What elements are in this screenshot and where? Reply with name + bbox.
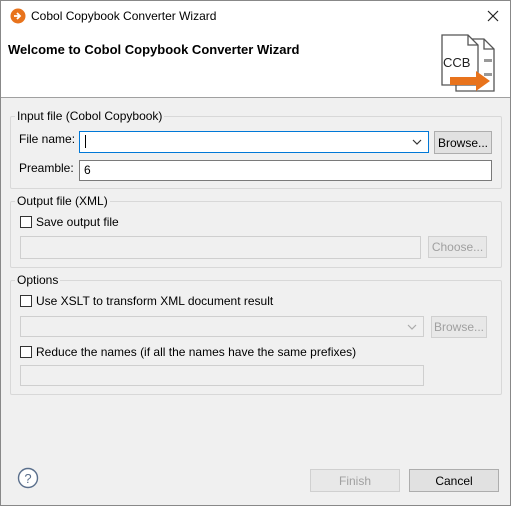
chevron-down-icon[interactable] <box>412 136 422 148</box>
help-icon[interactable]: ? <box>17 467 39 489</box>
save-output-label: Save output file <box>36 215 119 229</box>
file-name-label: File name: <box>19 132 76 146</box>
preamble-label: Preamble: <box>19 161 74 175</box>
finish-button[interactable]: Finish <box>310 469 400 492</box>
input-browse-button[interactable]: Browse... <box>434 131 492 154</box>
cancel-button[interactable]: Cancel <box>409 469 499 492</box>
reduce-names-label: Reduce the names (if all the names have … <box>36 345 357 359</box>
reduce-names-input[interactable] <box>20 365 424 386</box>
output-file-legend: Output file (XML) <box>17 194 108 208</box>
title-bar: Cobol Copybook Converter Wizard <box>1 1 510 31</box>
wizard-header: Welcome to Cobol Copybook Converter Wiza… <box>1 31 510 98</box>
xslt-combo[interactable] <box>20 316 424 337</box>
save-output-checkbox[interactable] <box>20 216 32 228</box>
output-path-input[interactable] <box>20 236 421 259</box>
chevron-down-icon[interactable] <box>407 321 417 333</box>
input-file-legend: Input file (Cobol Copybook) <box>17 109 163 123</box>
copybook-converter-logo: CCB <box>441 34 495 92</box>
logo-text: CCB <box>443 55 470 70</box>
choose-button[interactable]: Choose... <box>428 236 487 258</box>
close-button[interactable] <box>482 5 504 27</box>
page-title: Welcome to Cobol Copybook Converter Wiza… <box>8 42 300 57</box>
text-caret <box>85 135 86 148</box>
options-legend: Options <box>17 273 59 287</box>
use-xslt-label: Use XSLT to transform XML document resul… <box>36 294 274 308</box>
file-name-combo[interactable] <box>79 131 429 153</box>
svg-text:?: ? <box>24 471 31 486</box>
preamble-input[interactable]: 6 <box>79 160 492 181</box>
app-icon <box>10 8 26 24</box>
use-xslt-checkbox[interactable] <box>20 295 32 307</box>
reduce-names-checkbox[interactable] <box>20 346 32 358</box>
wizard-window: Cobol Copybook Converter Wizard Welcome … <box>0 0 511 506</box>
close-icon <box>487 10 499 22</box>
preamble-value: 6 <box>84 163 91 177</box>
xslt-browse-button[interactable]: Browse... <box>431 316 487 338</box>
window-title: Cobol Copybook Converter Wizard <box>31 9 217 23</box>
